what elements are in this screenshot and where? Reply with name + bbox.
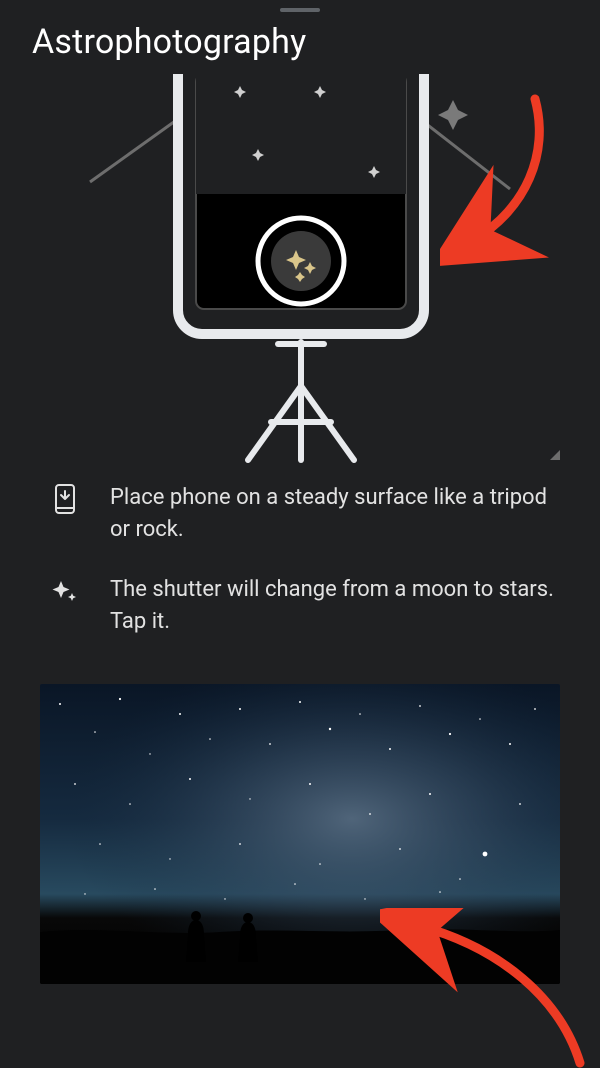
annotation-arrow-top <box>440 84 560 284</box>
tip-text: The shutter will change from a moon to s… <box>110 574 560 638</box>
page-title: Astrophotography <box>0 18 600 74</box>
tips-list: Place phone on a steady surface like a t… <box>0 464 600 676</box>
sparkle-icon <box>50 576 80 606</box>
tip-row: The shutter will change from a moon to s… <box>50 574 560 638</box>
annotation-arrow-bottom <box>380 908 600 1068</box>
tip-text: Place phone on a steady surface like a t… <box>110 482 560 546</box>
phone-down-icon <box>50 484 80 514</box>
hero-illustration <box>0 74 600 464</box>
drag-handle[interactable] <box>280 8 320 12</box>
tip-row: Place phone on a steady surface like a t… <box>50 482 560 546</box>
